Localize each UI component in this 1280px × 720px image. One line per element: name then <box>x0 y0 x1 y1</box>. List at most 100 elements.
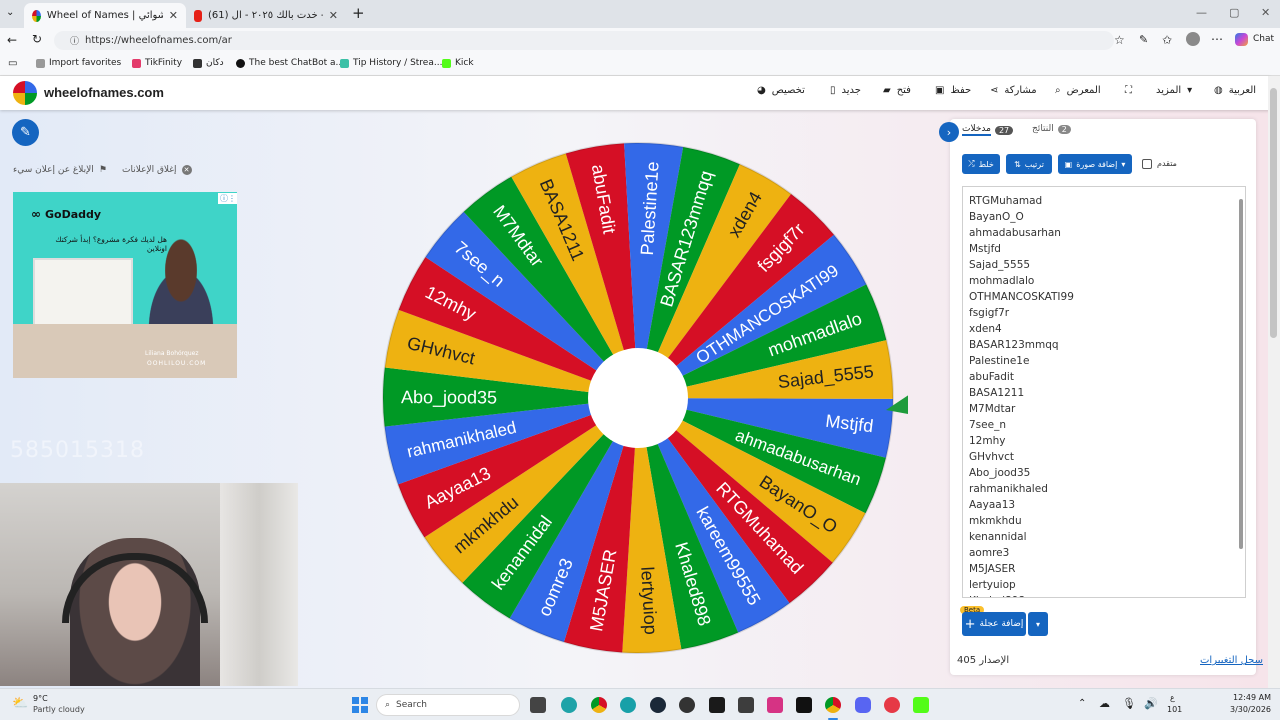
site-info-icon[interactable]: ⓘ <box>70 34 79 47</box>
profile-avatar[interactable] <box>1186 32 1200 46</box>
close-window-icon[interactable]: ✕ <box>1261 6 1270 19</box>
volume-icon[interactable]: 🔊 <box>1144 697 1158 710</box>
site-logo-text[interactable]: wheelofnames.com <box>44 85 164 100</box>
site-logo-icon[interactable] <box>13 81 37 105</box>
minimize-icon[interactable]: — <box>1196 6 1207 19</box>
add-wheel-dropdown[interactable]: ▾ <box>1028 612 1048 636</box>
entry-item[interactable]: GHvhvct <box>969 451 1014 463</box>
weather-icon[interactable]: ⛅ <box>12 696 28 711</box>
advanced-checkbox[interactable] <box>1142 159 1152 169</box>
new-tab-button[interactable]: + <box>352 4 365 22</box>
nvidia-icon[interactable] <box>709 697 725 713</box>
shuffle-button[interactable]: ⤮ خلط <box>962 154 1000 174</box>
tab-list-chevron-icon[interactable]: ⌄ <box>6 7 14 18</box>
collapse-panel-button[interactable]: › <box>939 122 959 142</box>
address-bar[interactable]: ⓘ https://wheelofnames.com/ar <box>54 31 1114 50</box>
entries-textarea[interactable]: RTGMuhamad BayanO_O ahmadabusarhan Mstjfd Sa… <box>962 186 1246 598</box>
clock-time[interactable]: 12:49 AM <box>1233 693 1271 702</box>
reading-list-icon[interactable]: ▭ <box>8 58 17 69</box>
page-scrollbar-thumb[interactable] <box>1270 88 1277 338</box>
entry-item[interactable]: BASA1211 <box>969 387 1024 399</box>
entry-item[interactable]: Aayaa13 <box>969 499 1015 511</box>
windows-start-icon[interactable] <box>352 697 368 713</box>
more-icon[interactable]: ⋯ <box>1211 32 1223 46</box>
weather-temp[interactable]: 9°C <box>33 694 48 703</box>
menu-gallery[interactable]: ⌕ المعرض <box>1055 85 1101 96</box>
maximize-icon[interactable]: ▢ <box>1229 6 1239 19</box>
app-icon[interactable] <box>913 697 929 713</box>
entry-item[interactable]: RTGMuhamad <box>969 195 1042 207</box>
tiktok-icon[interactable] <box>796 697 812 713</box>
menu-share[interactable]: ⋖ مشاركة <box>990 85 1037 96</box>
app-icon[interactable] <box>884 697 900 713</box>
entry-item[interactable]: abuFadit <box>969 371 1014 383</box>
entry-item[interactable]: ahmadabusarhan <box>969 227 1061 239</box>
godaddy-ad[interactable]: ∞GoDaddy هل لديك فكرة مشروع؟ إبدأ شركتك … <box>13 192 237 378</box>
entry-item[interactable]: fsgigf7r <box>969 307 1009 319</box>
entry-item[interactable]: Mstjfd <box>969 243 1001 255</box>
language-indicator-top[interactable]: ع <box>1170 693 1175 702</box>
edge-icon[interactable] <box>620 697 636 713</box>
entry-item[interactable]: 12mhy <box>969 435 1005 447</box>
chat-label[interactable]: Chat <box>1253 34 1274 44</box>
tab-entries[interactable]: مدخلات 27 <box>962 124 1014 136</box>
wheel-canvas[interactable]: MstjfdahmadabusarhanBayanO_ORTGMuhamadka… <box>368 128 908 668</box>
bookmark-tip-history[interactable]: Tip History / Strea... <box>340 58 442 68</box>
entry-item[interactable]: BayanO_O <box>969 211 1024 223</box>
back-icon[interactable]: ← <box>7 33 17 47</box>
app-icon[interactable] <box>767 697 783 713</box>
entry-item[interactable]: M5JASER <box>969 563 1015 575</box>
tab-youtube[interactable]: (61) فريدة عبيد - خدت بالك ٢٠٢٥ - ال... … <box>186 3 346 28</box>
chrome-icon[interactable] <box>591 697 607 713</box>
entry-item[interactable]: Sajad_5555 <box>969 259 1030 271</box>
tab-wheel-of-names[interactable]: Wheel of Names | الاسم العشوائي ✕ <box>24 3 186 28</box>
favorites-icon[interactable]: ✩ <box>1162 33 1172 47</box>
edit-button[interactable]: ✎ <box>12 119 39 146</box>
menu-new[interactable]: ▯ جديد <box>830 85 861 96</box>
entry-item[interactable]: rahmanikhaled <box>969 483 1048 495</box>
menu-customize[interactable]: ◕ تخصيص <box>757 85 805 96</box>
language-indicator-bottom[interactable]: 101 <box>1167 705 1182 714</box>
copilot-app-icon[interactable] <box>561 697 577 713</box>
entry-item[interactable]: 7see_n <box>969 419 1006 431</box>
entry-item[interactable]: BASAR123mmqq <box>969 339 1059 351</box>
menu-open[interactable]: ▰ فتح <box>883 85 911 96</box>
bookmark-import[interactable]: Import favorites <box>36 58 121 68</box>
copilot-icon[interactable] <box>1235 33 1248 46</box>
clock-date[interactable]: 3/30/2026 <box>1230 705 1271 714</box>
bookmark-tikfinity[interactable]: TikFinity <box>132 58 182 68</box>
entry-item[interactable]: aomre3 <box>969 547 1009 559</box>
refresh-icon[interactable]: ↻ <box>32 32 42 46</box>
extensions-icon[interactable]: ✎ <box>1139 33 1148 46</box>
discord-icon[interactable] <box>855 697 871 713</box>
close-tab-icon[interactable]: ✕ <box>169 9 178 22</box>
wheel-center[interactable] <box>588 348 688 448</box>
entry-item[interactable]: M7Mdtar <box>969 403 1015 415</box>
entries-scrollbar-thumb[interactable] <box>1239 199 1243 549</box>
close-tab-icon[interactable]: ✕ <box>329 9 338 22</box>
task-view-icon[interactable] <box>530 697 546 713</box>
microphone-icon[interactable]: 🎙 <box>1122 697 1136 710</box>
entry-item[interactable]: Palestine1e <box>969 355 1029 367</box>
bookmark-dukkan[interactable]: دكان <box>193 58 224 68</box>
app-icon[interactable] <box>679 697 695 713</box>
tray-overflow-icon[interactable]: ⌃ <box>1078 698 1086 709</box>
report-ad-link[interactable]: الإبلاغ عن إعلان سيء ⚑ <box>13 165 107 175</box>
menu-language[interactable]: ◍ العربية <box>1214 85 1256 96</box>
entry-item[interactable]: mkmkhdu <box>969 515 1022 527</box>
add-wheel-button[interactable]: + إضافة عجلة <box>962 612 1026 636</box>
entry-item[interactable]: mohmadlalo <box>969 275 1034 287</box>
ad-choices-icon[interactable]: ⓘ⋮ <box>218 193 237 204</box>
steam-icon[interactable] <box>650 697 666 713</box>
close-ads-link[interactable]: إغلاق الإعلانات ✕ <box>122 165 192 175</box>
entry-item[interactable]: Abo_jood35 <box>969 467 1030 479</box>
entry-item[interactable]: lertyuiop <box>969 579 1016 591</box>
favorite-star-icon[interactable]: ☆ <box>1114 33 1125 47</box>
weather-desc[interactable]: Partly cloudy <box>33 705 85 714</box>
taskbar-search-box[interactable]: ⌕ Search <box>376 694 520 716</box>
network-icon[interactable]: ☁ <box>1099 697 1110 710</box>
changelog-link[interactable]: سجل التغييرات <box>1200 655 1263 666</box>
menu-more[interactable]: المزيد ▾ <box>1156 85 1192 96</box>
bookmark-chatbot[interactable]: The best ChatBot a... <box>236 58 344 68</box>
entry-item[interactable]: OTHMANCOSKATI99 <box>969 291 1074 303</box>
